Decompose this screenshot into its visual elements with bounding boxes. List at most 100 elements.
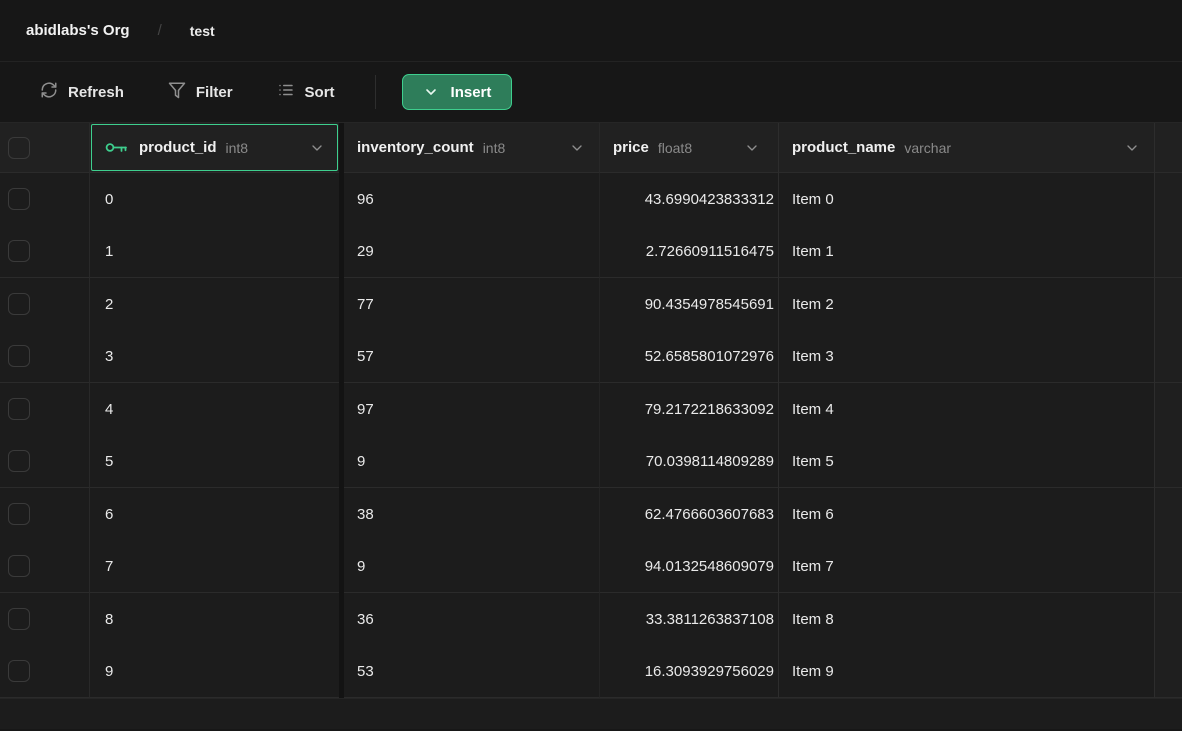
cell-inventory_count[interactable]: 36: [344, 593, 600, 646]
row-empty-strip: [1155, 383, 1182, 436]
cell-inventory_count[interactable]: 96: [344, 173, 600, 226]
cell-inventory_count[interactable]: 29: [344, 226, 600, 279]
filter-button[interactable]: Filter: [158, 73, 243, 111]
cell-product_name[interactable]: Item 5: [779, 436, 1155, 489]
column-type: int8: [226, 140, 249, 156]
cell-product_id[interactable]: 0: [90, 173, 339, 226]
row-select-cell[interactable]: [0, 383, 90, 436]
table-row: 4 97 79.2172218633092 Item 4: [0, 383, 1182, 436]
cell-price[interactable]: 33.3811263837108: [600, 593, 779, 646]
funnel-icon: [168, 81, 186, 103]
sort-button[interactable]: Sort: [267, 73, 345, 111]
list-icon: [277, 81, 295, 103]
cell-price[interactable]: 62.4766603607683: [600, 488, 779, 541]
cell-price[interactable]: 90.4354978545691: [600, 278, 779, 331]
breadcrumb-table[interactable]: test: [190, 23, 215, 39]
row-checkbox[interactable]: [8, 450, 30, 472]
row-checkbox[interactable]: [8, 503, 30, 525]
refresh-button[interactable]: Refresh: [30, 73, 134, 111]
cell-inventory_count[interactable]: 77: [344, 278, 600, 331]
row-checkbox[interactable]: [8, 660, 30, 682]
cell-product_name[interactable]: Item 9: [779, 646, 1155, 699]
row-checkbox[interactable]: [8, 293, 30, 315]
cell-product_name[interactable]: Item 0: [779, 173, 1155, 226]
row-select-cell[interactable]: [0, 541, 90, 594]
row-select-cell[interactable]: [0, 436, 90, 489]
column-header-inventory_count[interactable]: inventory_count int8: [344, 123, 600, 173]
row-checkbox[interactable]: [8, 345, 30, 367]
column-header-product_id[interactable]: product_id int8: [90, 123, 339, 173]
cell-price[interactable]: 70.0398114809289: [600, 436, 779, 489]
cell-price[interactable]: 16.3093929756029: [600, 646, 779, 699]
cell-price[interactable]: 94.0132548609079: [600, 541, 779, 594]
insert-label: Insert: [451, 84, 492, 101]
cell-product_id[interactable]: 1: [90, 226, 339, 279]
chevron-down-icon: [423, 84, 439, 100]
cell-inventory_count[interactable]: 97: [344, 383, 600, 436]
cell-inventory_count[interactable]: 9: [344, 541, 600, 594]
column-name: product_name: [792, 139, 895, 156]
cell-inventory_count[interactable]: 38: [344, 488, 600, 541]
cell-product_id[interactable]: 9: [90, 646, 339, 699]
row-empty-strip: [1155, 278, 1182, 331]
chevron-down-icon[interactable]: [569, 140, 585, 156]
cell-price[interactable]: 2.72660911516475: [600, 226, 779, 279]
column-header-product_name[interactable]: product_name varchar: [779, 123, 1155, 173]
column-header-price[interactable]: price float8: [600, 123, 779, 173]
table-row: 6 38 62.4766603607683 Item 6: [0, 488, 1182, 541]
cell-product_id[interactable]: 3: [90, 331, 339, 384]
table-row: 5 9 70.0398114809289 Item 5: [0, 436, 1182, 489]
cell-product_id[interactable]: 7: [90, 541, 339, 594]
row-empty-strip: [1155, 646, 1182, 699]
insert-button[interactable]: Insert: [402, 74, 513, 110]
cell-price[interactable]: 79.2172218633092: [600, 383, 779, 436]
cell-product_id[interactable]: 8: [90, 593, 339, 646]
key-icon: [105, 140, 129, 155]
row-checkbox[interactable]: [8, 555, 30, 577]
row-select-cell[interactable]: [0, 488, 90, 541]
cell-inventory_count[interactable]: 9: [344, 436, 600, 489]
row-checkbox[interactable]: [8, 398, 30, 420]
data-grid: product_id int8 inventory_count int8 pri…: [0, 123, 1182, 698]
table-header-row: product_id int8 inventory_count int8 pri…: [0, 123, 1182, 173]
breadcrumb-separator: /: [158, 22, 162, 39]
row-checkbox[interactable]: [8, 240, 30, 262]
row-empty-strip: [1155, 436, 1182, 489]
chevron-down-icon[interactable]: [1124, 140, 1140, 156]
cell-product_id[interactable]: 2: [90, 278, 339, 331]
refresh-icon: [40, 81, 58, 103]
row-checkbox[interactable]: [8, 188, 30, 210]
row-select-cell[interactable]: [0, 593, 90, 646]
toolbar-divider: [375, 75, 376, 109]
row-checkbox[interactable]: [8, 608, 30, 630]
cell-product_id[interactable]: 6: [90, 488, 339, 541]
breadcrumb-org[interactable]: abidlabs's Org: [26, 22, 130, 39]
cell-product_name[interactable]: Item 1: [779, 226, 1155, 279]
cell-price[interactable]: 52.6585801072976: [600, 331, 779, 384]
cell-product_id[interactable]: 4: [90, 383, 339, 436]
row-select-cell[interactable]: [0, 278, 90, 331]
cell-product_name[interactable]: Item 2: [779, 278, 1155, 331]
cell-product_name[interactable]: Item 6: [779, 488, 1155, 541]
row-empty-strip: [1155, 593, 1182, 646]
table-row: 2 77 90.4354978545691 Item 2: [0, 278, 1182, 331]
cell-product_id[interactable]: 5: [90, 436, 339, 489]
cell-product_name[interactable]: Item 4: [779, 383, 1155, 436]
row-select-cell[interactable]: [0, 226, 90, 279]
cell-product_name[interactable]: Item 7: [779, 541, 1155, 594]
row-select-cell[interactable]: [0, 646, 90, 699]
cell-inventory_count[interactable]: 53: [344, 646, 600, 699]
select-all-checkbox[interactable]: [8, 137, 30, 159]
row-select-cell[interactable]: [0, 173, 90, 226]
table-row: 3 57 52.6585801072976 Item 3: [0, 331, 1182, 384]
cell-price[interactable]: 43.6990423833312: [600, 173, 779, 226]
select-all-cell[interactable]: [0, 123, 90, 173]
row-select-cell[interactable]: [0, 331, 90, 384]
sort-label: Sort: [305, 84, 335, 101]
chevron-down-icon[interactable]: [309, 140, 325, 156]
chevron-down-icon[interactable]: [744, 140, 760, 156]
cell-inventory_count[interactable]: 57: [344, 331, 600, 384]
cell-product_name[interactable]: Item 8: [779, 593, 1155, 646]
cell-product_name[interactable]: Item 3: [779, 331, 1155, 384]
table-row: 9 53 16.3093929756029 Item 9: [0, 646, 1182, 699]
